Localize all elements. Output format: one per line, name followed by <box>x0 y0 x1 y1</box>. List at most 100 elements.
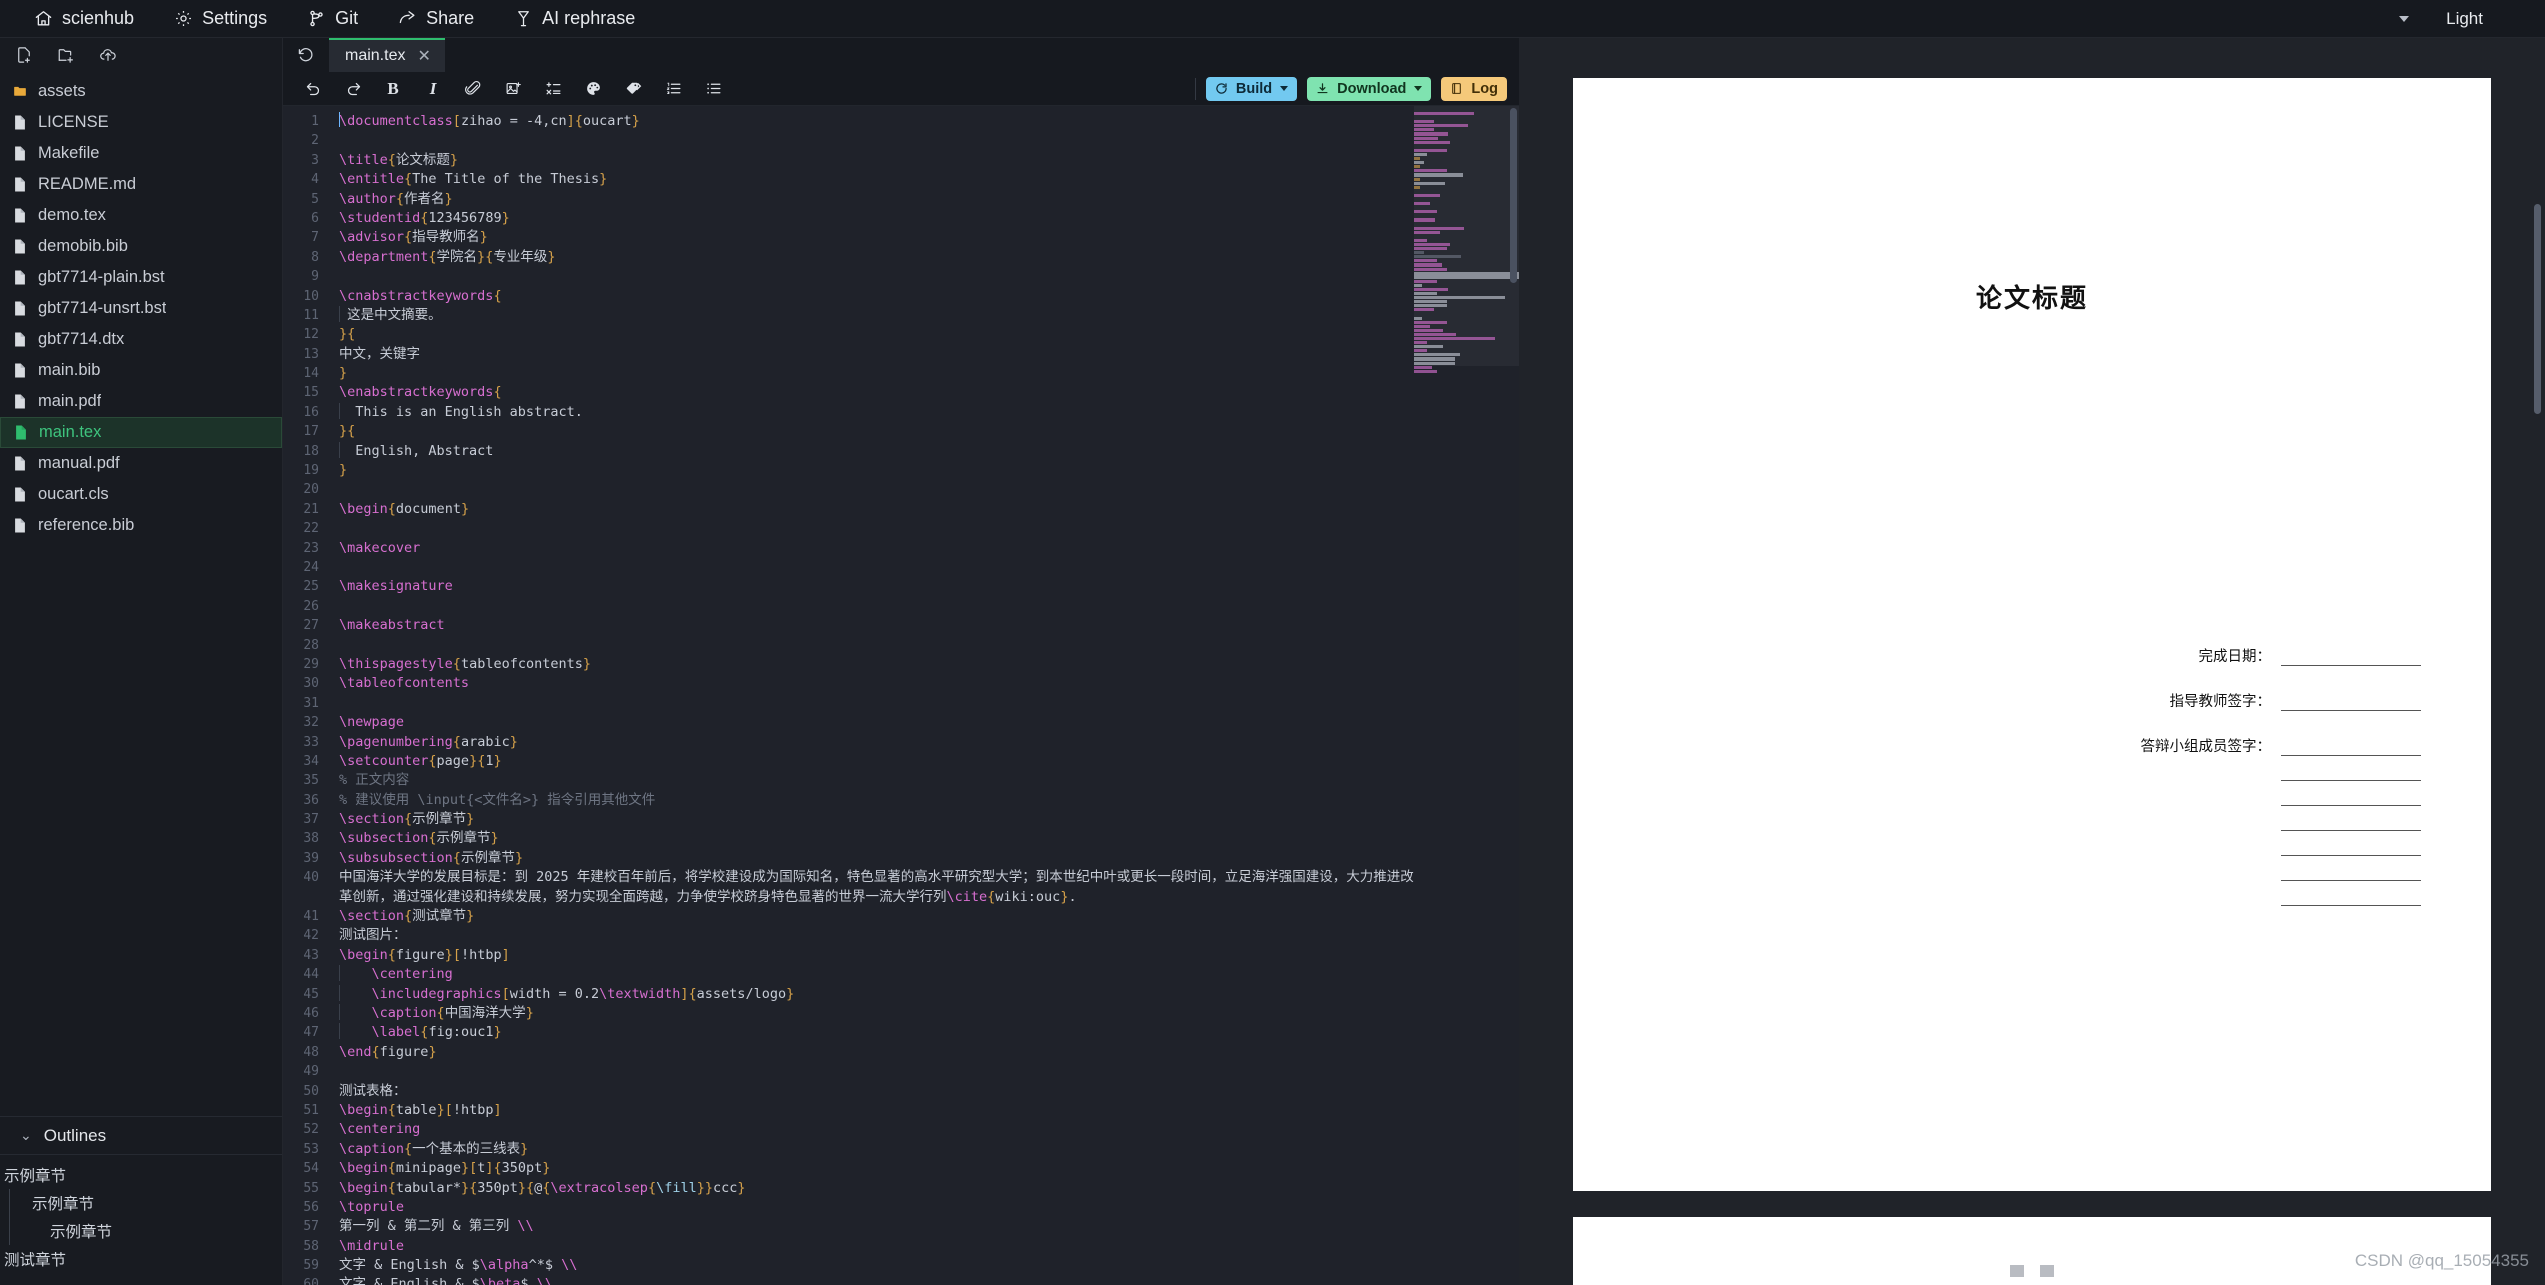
file-item-oucart-cls[interactable]: oucart.cls <box>0 479 282 510</box>
code-line[interactable]: \toprule <box>339 1198 1414 1217</box>
code-line[interactable] <box>339 519 1414 538</box>
code-line[interactable]: \caption{一个基本的三线表} <box>339 1140 1414 1159</box>
code-editor[interactable]: 1 2 3 4 5 6 7 8 9 10 11 12 13 14 15 16 17 18 19 20 21 22 23 24 2… <box>283 106 1519 1285</box>
code-scroll-area[interactable]: 1 2 3 4 5 6 7 8 9 10 11 12 13 14 15 16 17 18 19 20 21 22 23 24 2… <box>283 106 1414 1285</box>
color-palette-icon[interactable] <box>573 74 613 104</box>
code-line[interactable]: \documentclass[zihao = -4,cn]{oucart} <box>339 112 1414 131</box>
code-line[interactable]: \advisor{指导教师名} <box>339 228 1414 247</box>
code-line[interactable]: \begin{document} <box>339 500 1414 519</box>
tab-main-tex[interactable]: main.tex ✕ <box>329 38 445 72</box>
file-item-main-pdf[interactable]: main.pdf <box>0 386 282 417</box>
outline-item[interactable]: 示例章节 <box>9 1189 282 1217</box>
code-line[interactable]: \centering <box>339 1120 1414 1139</box>
close-icon[interactable]: ✕ <box>417 46 430 66</box>
code-line[interactable]: \newpage <box>339 713 1414 732</box>
code-line[interactable]: \label{fig:ouc1} <box>339 1023 1414 1042</box>
code-line[interactable]: \thispagestyle{tableofcontents} <box>339 655 1414 674</box>
code-line[interactable]: % 正文内容 <box>339 771 1414 790</box>
code-line[interactable]: \makecover <box>339 539 1414 558</box>
ordered-list-icon[interactable] <box>653 74 693 104</box>
code-line[interactable]: \midrule <box>339 1237 1414 1256</box>
code-line[interactable]: \pagenumbering{arabic} <box>339 733 1414 752</box>
code-text[interactable]: \documentclass[zihao = -4,cn]{oucart} \ti… <box>329 106 1414 1285</box>
redo-icon[interactable] <box>333 74 373 104</box>
code-line[interactable] <box>339 131 1414 150</box>
download-button[interactable]: Download <box>1307 76 1432 101</box>
code-line[interactable]: \centering <box>339 965 1414 984</box>
file-item-manual-pdf[interactable]: manual.pdf <box>0 448 282 479</box>
code-line[interactable]: \makesignature <box>339 577 1414 596</box>
code-line[interactable]: 中文，关键字 <box>339 345 1414 364</box>
code-line[interactable]: 测试表格： <box>339 1082 1414 1101</box>
code-line[interactable]: \author{作者名} <box>339 190 1414 209</box>
editor-scrollbar[interactable] <box>1509 106 1519 1285</box>
code-minimap[interactable] <box>1414 106 1519 1285</box>
code-line[interactable] <box>339 694 1414 713</box>
editor-scrollbar-thumb[interactable] <box>1510 108 1517 283</box>
code-line[interactable]: \end{figure} <box>339 1043 1414 1062</box>
code-line[interactable]: \department{学院名}{专业年级} <box>339 248 1414 267</box>
outline-item[interactable]: 测试章节 <box>0 1245 282 1273</box>
revert-icon[interactable] <box>283 38 329 72</box>
file-item-license[interactable]: LICENSE <box>0 107 282 138</box>
code-line[interactable]: }{ <box>339 422 1414 441</box>
code-line[interactable]: \studentid{123456789} <box>339 209 1414 228</box>
account-button[interactable] <box>2501 0 2533 45</box>
file-item-reference-bib[interactable]: reference.bib <box>0 510 282 541</box>
attachment-icon[interactable] <box>453 74 493 104</box>
italic-icon[interactable]: I <box>413 74 453 104</box>
bold-icon[interactable]: B <box>373 74 413 104</box>
code-line[interactable]: \entitle{The Title of the Thesis} <box>339 170 1414 189</box>
insert-image-icon[interactable] <box>493 74 533 104</box>
log-button[interactable]: Log <box>1441 76 1507 101</box>
code-line[interactable]: % 建议使用 \input{<文件名>} 指令引用其他文件 <box>339 791 1414 810</box>
code-line[interactable]: This is an English abstract. <box>339 402 1414 422</box>
outlines-header[interactable]: ⌄ Outlines <box>0 1116 282 1154</box>
code-line[interactable]: 文字 & English & $\alpha^*$ \\ <box>339 1256 1414 1275</box>
code-line[interactable] <box>339 558 1414 577</box>
file-item-gbt7714-dtx[interactable]: gbt7714.dtx <box>0 324 282 355</box>
file-item-demobib[interactable]: demobib.bib <box>0 231 282 262</box>
code-line[interactable]: \begin{table}[!htbp] <box>339 1101 1414 1120</box>
code-line[interactable]: } <box>339 364 1414 383</box>
code-line[interactable]: } <box>339 461 1414 480</box>
outline-item[interactable]: 示例章节 <box>0 1161 282 1189</box>
menu-item-ai-rephrase[interactable]: AI rephrase <box>494 0 655 38</box>
language-switcher[interactable] <box>2380 0 2421 45</box>
upload-icon[interactable] <box>98 45 118 65</box>
code-line[interactable]: }{ <box>339 325 1414 344</box>
menu-item-git[interactable]: Git <box>287 0 378 38</box>
code-line[interactable]: English, Abstract <box>339 441 1414 461</box>
file-item-gbt7714-plain[interactable]: gbt7714-plain.bst <box>0 262 282 293</box>
code-line[interactable] <box>339 1062 1414 1081</box>
menu-item-scienhub[interactable]: scienhub <box>14 0 154 38</box>
code-line[interactable]: \subsection{示例章节} <box>339 829 1414 848</box>
pdf-scrollbar[interactable] <box>2533 84 2543 1184</box>
code-line[interactable] <box>339 636 1414 655</box>
code-line[interactable]: \cnabstractkeywords{ <box>339 287 1414 306</box>
tag-icon[interactable] <box>613 74 653 104</box>
build-button[interactable]: Build <box>1205 76 1298 101</box>
code-line[interactable]: 第一列 & 第二列 & 第三列 \\ <box>339 1217 1414 1236</box>
new-file-icon[interactable] <box>14 45 34 65</box>
code-line[interactable]: \makeabstract <box>339 616 1414 635</box>
code-line[interactable]: 文字 & English & $\beta$ \\ <box>339 1275 1414 1285</box>
code-line[interactable]: \enabstractkeywords{ <box>339 383 1414 402</box>
pdf-scrollbar-thumb[interactable] <box>2534 204 2541 414</box>
code-line[interactable]: 这是中文摘要。 <box>339 305 1414 325</box>
code-line[interactable]: \includegraphics[width = 0.2\textwidth]{… <box>339 984 1414 1004</box>
code-line[interactable]: 测试图片： <box>339 926 1414 945</box>
code-line[interactable]: \section{测试章节} <box>339 907 1414 926</box>
menu-item-settings[interactable]: Settings <box>154 0 287 38</box>
outline-item[interactable]: 示例章节 <box>9 1217 282 1245</box>
code-line[interactable]: \begin{minipage}[t]{350pt} <box>339 1159 1414 1178</box>
code-line[interactable] <box>339 267 1414 286</box>
code-line[interactable] <box>339 480 1414 499</box>
code-line[interactable]: 中国海洋大学的发展目标是：到 2025 年建校百年前后，将学校建设成为国际知名，… <box>339 868 1414 907</box>
file-item-main-tex[interactable]: main.tex <box>0 417 282 448</box>
file-item-readme[interactable]: README.md <box>0 169 282 200</box>
code-line[interactable]: \begin{tabular*}{350pt}{@{\extracolsep{\… <box>339 1179 1414 1198</box>
code-line[interactable]: \setcounter{page}{1} <box>339 752 1414 771</box>
math-icon[interactable] <box>533 74 573 104</box>
file-item-gbt7714-unsrt[interactable]: gbt7714-unsrt.bst <box>0 293 282 324</box>
